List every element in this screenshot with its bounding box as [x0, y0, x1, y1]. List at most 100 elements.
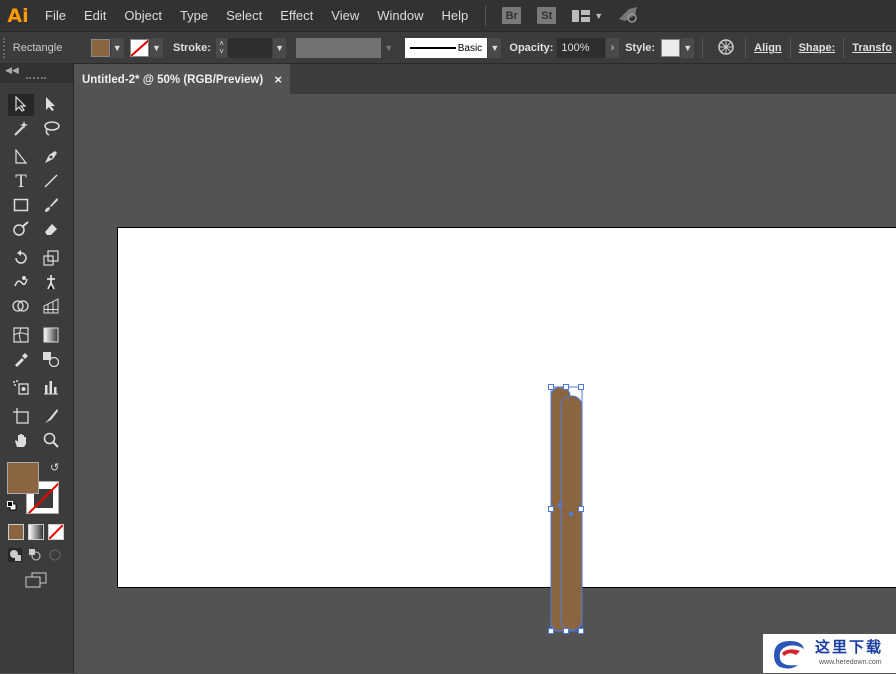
- fill-color-box-front[interactable]: [7, 462, 39, 494]
- none-mode-button[interactable]: [48, 524, 64, 540]
- rotate-tool[interactable]: [8, 248, 34, 270]
- graphic-style-dropdown[interactable]: ▼: [681, 38, 695, 58]
- default-colors-icon[interactable]: [7, 500, 17, 511]
- menu-file[interactable]: File: [36, 0, 75, 31]
- menu-effect[interactable]: Effect: [271, 0, 322, 31]
- blend-tool[interactable]: [38, 349, 64, 371]
- brush-dropdown[interactable]: ▼: [488, 38, 502, 58]
- color-mode-button[interactable]: [8, 524, 24, 540]
- selection-tool[interactable]: [8, 94, 34, 116]
- app-logo: Ai: [7, 4, 29, 27]
- menu-help[interactable]: Help: [432, 0, 477, 31]
- mesh-tool[interactable]: [8, 325, 34, 347]
- opacity-arrow[interactable]: ›: [605, 38, 620, 58]
- paintbrush-tool[interactable]: [38, 195, 64, 217]
- stock-button[interactable]: St: [537, 7, 557, 24]
- menu-object[interactable]: Object: [115, 0, 171, 31]
- draw-behind-button[interactable]: [28, 548, 42, 562]
- warp-tool[interactable]: [8, 272, 34, 294]
- puppet-warp-tool[interactable]: [38, 272, 64, 294]
- document-tab-bar: Untitled-2* @ 50% (RGB/Preview) ×: [74, 63, 896, 95]
- eraser-tool[interactable]: [38, 219, 64, 241]
- stroke-weight-dropdown[interactable]: ▼: [272, 38, 287, 58]
- scale-icon: [43, 249, 59, 269]
- screen-mode-button[interactable]: [24, 572, 48, 591]
- stroke-swatch[interactable]: [129, 39, 149, 57]
- zoom-icon: [43, 432, 59, 451]
- align-link[interactable]: Align: [754, 42, 782, 54]
- watermark: 这里下载 www.heredown.com: [763, 634, 896, 673]
- scale-tool[interactable]: [38, 248, 64, 270]
- symbol-sprayer-tool[interactable]: [8, 377, 34, 399]
- line-tool[interactable]: [38, 171, 64, 193]
- graphic-style-swatch[interactable]: [661, 39, 681, 57]
- brush-definition[interactable]: Basic: [405, 38, 488, 58]
- document-tab-title: Untitled-2* @ 50% (RGB/Preview): [82, 73, 264, 86]
- brush-definition-label: Basic: [457, 42, 483, 54]
- document-tab[interactable]: Untitled-2* @ 50% (RGB/Preview) ×: [74, 64, 290, 95]
- eyedropper-tool[interactable]: [8, 349, 34, 371]
- draw-normal-button[interactable]: [8, 548, 22, 562]
- menu-separator: [485, 5, 487, 26]
- watermark-text: 这里下载: [815, 638, 884, 656]
- variable-width-dropdown[interactable]: ▼: [382, 38, 396, 58]
- free-transform-icon: [43, 274, 59, 293]
- graph-tool[interactable]: [38, 377, 64, 399]
- rectangle-tool[interactable]: [8, 195, 34, 217]
- opacity-input[interactable]: 100%: [557, 38, 605, 58]
- menu-bar: Ai File Edit Object Type Select Effect V…: [0, 0, 896, 31]
- style-label[interactable]: Style:: [625, 42, 655, 54]
- shape-builder-icon: [12, 298, 30, 317]
- artboard-icon: [13, 407, 29, 427]
- gradient-mode-button[interactable]: [28, 524, 44, 540]
- mesh-icon: [13, 326, 29, 346]
- stroke-weight-input[interactable]: [228, 38, 272, 58]
- selected-artwork[interactable]: [74, 94, 896, 673]
- stroke-label[interactable]: Stroke:: [173, 42, 211, 54]
- opacity-label[interactable]: Opacity:: [509, 42, 553, 54]
- hand-tool[interactable]: [8, 430, 34, 452]
- menu-type[interactable]: Type: [171, 0, 217, 31]
- watermark-logo-icon: [768, 637, 808, 674]
- canvas-area[interactable]: [74, 94, 896, 673]
- menu-edit[interactable]: Edit: [75, 0, 115, 31]
- zoom-tool[interactable]: [38, 430, 64, 452]
- slice-tool[interactable]: [38, 406, 64, 428]
- shape-builder-tool[interactable]: [8, 296, 34, 318]
- shaper-tool[interactable]: [8, 219, 34, 241]
- draw-inside-button[interactable]: [48, 548, 62, 562]
- direct-selection-tool[interactable]: [38, 94, 64, 116]
- artboard-tool[interactable]: [8, 406, 34, 428]
- fill-dropdown[interactable]: ▼: [110, 38, 124, 58]
- perspective-grid-tool[interactable]: [38, 296, 64, 318]
- close-icon[interactable]: ×: [274, 72, 282, 87]
- magic-wand-tool[interactable]: [8, 118, 34, 140]
- type-icon: T: [15, 172, 27, 192]
- fill-swatch[interactable]: [90, 39, 110, 57]
- lasso-tool[interactable]: [38, 118, 64, 140]
- lasso-icon: [42, 120, 60, 139]
- transform-link[interactable]: Transfo: [852, 42, 892, 54]
- menu-view[interactable]: View: [322, 0, 368, 31]
- stroke-weight-stepper[interactable]: ˄ ˅: [215, 38, 228, 58]
- tools-panel-grip[interactable]: [26, 77, 46, 83]
- pen-tool-left[interactable]: [8, 147, 34, 169]
- control-bar-grip[interactable]: [3, 38, 9, 58]
- screen-mode-icon: [24, 572, 48, 591]
- shape-link[interactable]: Shape:: [799, 42, 836, 54]
- stroke-dropdown[interactable]: ▼: [149, 38, 164, 58]
- symbol-sprayer-icon: [12, 379, 30, 398]
- gradient-icon: [43, 327, 59, 346]
- workspace-switcher-icon[interactable]: ▼: [572, 9, 603, 23]
- type-tool[interactable]: T: [8, 171, 34, 193]
- variable-width-profile[interactable]: [296, 38, 382, 58]
- swap-icon[interactable]: ↺: [50, 461, 59, 474]
- gradient-tool[interactable]: [38, 325, 64, 347]
- bridge-button[interactable]: Br: [502, 7, 522, 24]
- recolor-artwork-icon[interactable]: [717, 38, 735, 59]
- gpu-performance-icon[interactable]: [617, 5, 639, 26]
- pen-tool[interactable]: [38, 147, 64, 169]
- menu-window[interactable]: Window: [368, 0, 432, 31]
- rectangle-icon: [13, 197, 29, 216]
- menu-select[interactable]: Select: [217, 0, 271, 31]
